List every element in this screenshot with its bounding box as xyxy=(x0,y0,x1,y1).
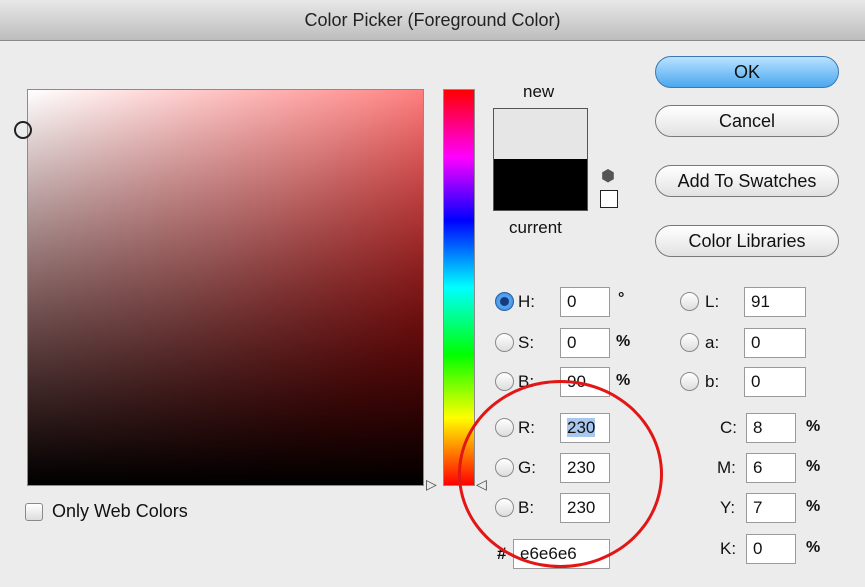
s-field[interactable]: 0 xyxy=(560,328,610,358)
k-unit: % xyxy=(806,539,821,556)
k-label: K: xyxy=(720,539,737,558)
s-unit: % xyxy=(616,333,631,350)
m-field[interactable]: 6 xyxy=(746,453,796,483)
color-field-marker[interactable] xyxy=(14,121,32,139)
annotation-circle xyxy=(458,380,663,568)
color-field-shade xyxy=(28,90,423,485)
a-field[interactable]: 0 xyxy=(744,328,806,358)
color-libraries-button[interactable]: Color Libraries xyxy=(655,225,839,257)
y-label: Y: xyxy=(720,498,736,517)
color-field[interactable] xyxy=(27,89,424,486)
m-label: M: xyxy=(717,458,736,477)
window-title: Color Picker (Foreground Color) xyxy=(0,0,865,41)
web-safe-square-icon[interactable] xyxy=(600,190,618,208)
c-field[interactable]: 8 xyxy=(746,413,796,443)
radio-b[interactable] xyxy=(495,372,514,391)
radio-s[interactable] xyxy=(495,333,514,352)
l-label: L: xyxy=(705,292,720,311)
hue-slider[interactable] xyxy=(443,89,475,486)
h-field[interactable]: 0 xyxy=(560,287,610,317)
radio-l[interactable] xyxy=(680,292,699,311)
hue-slider-arrow-icon[interactable]: ▷ xyxy=(426,476,437,493)
gamut-cube-icon[interactable]: ⬢ xyxy=(601,166,615,186)
lab-b-label: b: xyxy=(705,372,720,391)
l-field[interactable]: 91 xyxy=(744,287,806,317)
s-label: S: xyxy=(518,333,535,352)
lab-b-field[interactable]: 0 xyxy=(744,367,806,397)
current-color-label: current xyxy=(509,218,562,237)
m-unit: % xyxy=(806,458,821,475)
add-to-swatches-button[interactable]: Add To Swatches xyxy=(655,165,839,197)
h-unit: ° xyxy=(618,290,625,307)
only-web-colors-checkbox[interactable] xyxy=(25,503,43,521)
c-label: C: xyxy=(720,418,737,437)
a-label: a: xyxy=(705,333,720,352)
ok-button[interactable]: OK xyxy=(655,56,839,88)
only-web-colors-label: Only Web Colors xyxy=(52,501,188,521)
b-unit: % xyxy=(616,372,631,389)
h-label: H: xyxy=(518,292,535,311)
radio-lab-b[interactable] xyxy=(680,372,699,391)
new-color-swatch xyxy=(493,108,588,160)
y-field[interactable]: 7 xyxy=(746,493,796,523)
radio-a[interactable] xyxy=(680,333,699,352)
c-unit: % xyxy=(806,418,821,435)
new-color-label: new xyxy=(523,82,555,101)
k-field[interactable]: 0 xyxy=(746,534,796,564)
radio-h[interactable] xyxy=(495,292,514,311)
current-color-swatch[interactable] xyxy=(493,159,588,211)
cancel-button[interactable]: Cancel xyxy=(655,105,839,137)
y-unit: % xyxy=(806,498,821,515)
